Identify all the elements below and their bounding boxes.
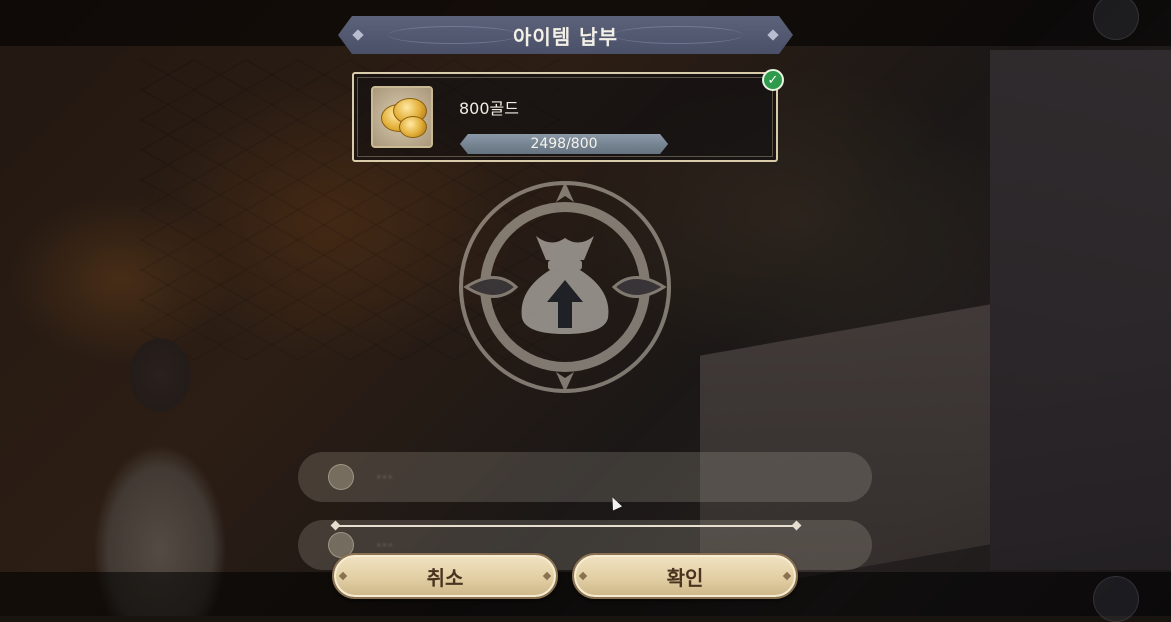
- background-dialogue-option: ···: [298, 452, 872, 502]
- cancel-button[interactable]: 취소: [332, 553, 558, 599]
- item-progress-bar: 2498/800: [460, 134, 668, 154]
- dialog-title-banner: 아이템 납부: [338, 16, 793, 54]
- item-name: 800골드: [459, 99, 519, 118]
- item-slot[interactable]: [371, 86, 433, 148]
- option-bullet-icon: [328, 464, 354, 490]
- money-bag-upload-icon: [459, 181, 671, 393]
- progress-text: 2498/800: [530, 136, 598, 152]
- confirm-button[interactable]: 확인: [572, 553, 798, 599]
- item-requirement-card: 800골드 2498/800 ✓: [352, 69, 784, 162]
- dialog-title: 아이템 납부: [513, 24, 618, 49]
- bottom-right-menu-button[interactable]: [1093, 576, 1139, 622]
- diamond-ornament-icon: [352, 29, 363, 40]
- scroll-ornament: [613, 26, 743, 44]
- dialog-divider: [336, 525, 796, 527]
- diamond-ornament-icon: [767, 29, 778, 40]
- check-icon: ✓: [762, 69, 784, 91]
- scroll-ornament: [388, 26, 518, 44]
- background-option-text: ···: [376, 466, 394, 488]
